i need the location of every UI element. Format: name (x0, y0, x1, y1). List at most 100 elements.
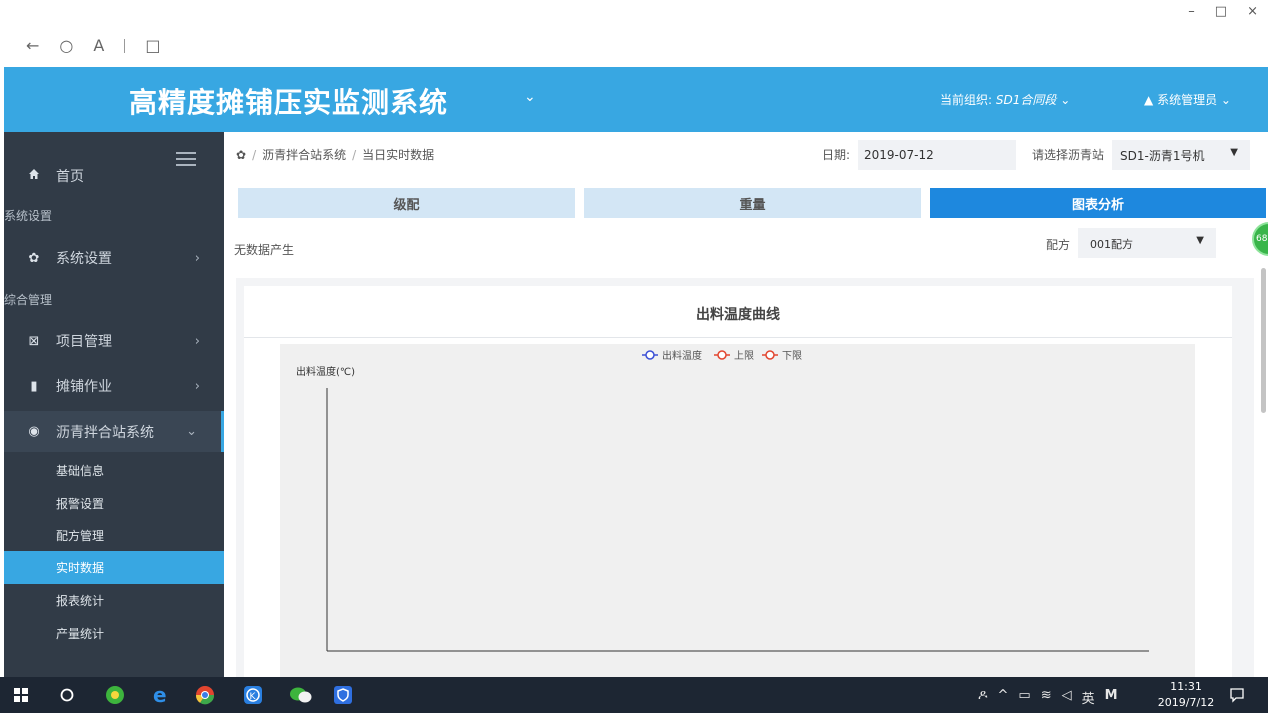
sidebar-item-label: 系统设置 (56, 251, 112, 267)
sidebar-subitem[interactable]: 基础信息 (4, 454, 224, 487)
window-controls: – □ × (1188, 4, 1258, 19)
date-input[interactable] (858, 140, 1016, 170)
sidebar-item-label: 摊铺作业 (56, 379, 112, 395)
tab-gradation[interactable]: 级配 (238, 188, 575, 218)
sidebar-subitem[interactable]: 报警设置 (4, 487, 224, 520)
sidebar: 首页 系统设置 ✿ 系统设置 › 综合管理 ⊠ 项目管理 › ▮ 摊铺作业 › … (4, 132, 224, 677)
chevron-up-icon[interactable]: ^ (998, 688, 1009, 707)
temperature-chart: 出料温度 上限 下限 出料温度(℃) (296, 349, 1149, 652)
tab-weight[interactable]: 重量 (584, 188, 921, 218)
chevron-down-icon: ⌄ (1220, 93, 1231, 107)
wechat-icon[interactable] (286, 684, 316, 706)
nav-divider (124, 38, 126, 53)
clock-time: 11:31 (1170, 680, 1202, 693)
legend-label: 下限 (782, 350, 802, 362)
sidebar-item-asphalt[interactable]: ◉ 沥青拌合站系统 ⌄ (4, 411, 224, 452)
breadcrumb-item[interactable]: 沥青拌合站系统 (262, 146, 346, 163)
legend-label: 出料温度 (662, 349, 702, 362)
station-select[interactable]: SD1-沥青1号机 ▼ (1112, 140, 1250, 170)
project-icon: ⊠ (28, 333, 40, 349)
sidebar-subitem[interactable]: 报表统计 (4, 584, 224, 617)
battery-icon[interactable]: ▭ (1018, 688, 1030, 707)
app-header: 高精度摊铺压实监测系统 ⌄ 当前组织: SD1合同段 ⌄ ▲ 系统管理员 ⌄ (4, 67, 1268, 132)
caret-down-icon: ▼ (1230, 147, 1238, 158)
y-axis-label: 出料温度(℃) (296, 365, 355, 378)
chevron-right-icon: › (194, 250, 200, 266)
notification-icon[interactable] (1226, 684, 1248, 706)
sidebar-section-title: 综合管理 (4, 293, 53, 307)
restore-button[interactable]: □ (1215, 4, 1227, 19)
chevron-down-icon[interactable]: ⌄ (524, 89, 536, 105)
station-label: 请选择沥青站 (1032, 148, 1105, 162)
browser-360-icon[interactable] (104, 684, 126, 706)
security-shield-app-icon[interactable] (332, 684, 354, 706)
recipe-select[interactable]: 001配方 ▼ (1078, 228, 1216, 258)
chart-divider (244, 337, 1232, 338)
user-icon: ▲ (1144, 93, 1154, 107)
sidebar-subitem[interactable]: 配方管理 (4, 519, 224, 552)
date-label: 日期: (822, 148, 851, 162)
volume-icon[interactable]: ◁ (1062, 688, 1072, 707)
floating-badge[interactable]: 68 (1252, 222, 1268, 256)
sidebar-subitem-active[interactable]: 实时数据 (4, 551, 224, 584)
ime-indicator[interactable]: 英 (1082, 688, 1095, 707)
gear-icon: ✿ (28, 250, 40, 266)
legend-item[interactable]: 出料温度 (642, 349, 702, 362)
system-tray: ዶ ^ ▭ ≋ ◁ 英 M (978, 688, 1118, 707)
svg-text:e: e (153, 685, 167, 705)
no-data-message: 无数据产生 (234, 243, 295, 257)
sidebar-item-project[interactable]: ⊠ 项目管理 › (4, 321, 224, 361)
sidebar-item-paving[interactable]: ▮ 摊铺作业 › (4, 366, 224, 406)
gear-icon: ✿ (236, 147, 247, 162)
back-arrow-icon[interactable]: ← (26, 36, 39, 55)
tab-chart-analysis[interactable]: 图表分析 (930, 188, 1266, 218)
edge-browser-icon[interactable]: e (150, 684, 172, 706)
paving-icon: ▮ (30, 378, 38, 394)
breadcrumb: ✿ / 沥青拌合站系统 / 当日实时数据 (236, 146, 434, 163)
breadcrumb-separator: / (252, 147, 257, 162)
legend-marker (717, 350, 727, 360)
reader-mode-icon[interactable]: A (93, 36, 104, 55)
vertical-scrollbar[interactable] (1261, 268, 1266, 413)
chevron-right-icon: › (194, 378, 200, 394)
legend-marker (645, 350, 655, 360)
kuaiya-app-icon[interactable]: K (242, 684, 264, 706)
home-icon (24, 168, 44, 184)
sidebar-subitem[interactable]: 产量统计 (4, 617, 224, 650)
chrome-icon[interactable] (194, 684, 216, 706)
sidebar-section-title: 系统设置 (4, 209, 53, 223)
sidebar-item-settings[interactable]: ✿ 系统设置 › (4, 238, 224, 278)
wifi-icon[interactable]: ≋ (1041, 688, 1052, 707)
taskbar-clock[interactable]: 11:31 2019/7/12 (1156, 679, 1216, 711)
breadcrumb-item: 当日实时数据 (362, 148, 435, 162)
menu-toggle-icon[interactable] (176, 152, 196, 166)
sidebar-item-label: 沥青拌合站系统 (56, 424, 154, 441)
recipe-value: 001配方 (1090, 238, 1133, 251)
user-name: 系统管理员 (1157, 93, 1218, 107)
org-selector[interactable]: 当前组织: SD1合同段 ⌄ (940, 91, 1070, 108)
ime-mode-indicator[interactable]: M (1105, 688, 1118, 707)
windows-start-icon[interactable] (10, 684, 32, 706)
clock-date: 2019/7/12 (1157, 696, 1215, 709)
app-title: 高精度摊铺压实监测系统 (129, 86, 449, 119)
legend-item[interactable]: 下限 (762, 350, 802, 362)
chart-title: 出料温度曲线 (696, 307, 780, 323)
org-value: SD1合同段 (995, 93, 1057, 107)
chevron-down-icon: ⌄ (1060, 93, 1071, 107)
user-menu[interactable]: ▲ 系统管理员 ⌄ (1144, 91, 1231, 108)
org-label: 当前组织: (940, 93, 993, 107)
sidebar-item-label: 项目管理 (56, 334, 112, 350)
browser-nav: ← ○ A □ (26, 36, 160, 55)
tabs-icon[interactable]: □ (145, 36, 160, 55)
refresh-icon[interactable]: ○ (59, 36, 73, 55)
minimize-button[interactable]: – (1188, 4, 1195, 19)
close-button[interactable]: × (1247, 4, 1258, 19)
person-icon[interactable]: ዶ (978, 688, 988, 707)
search-circle-icon[interactable] (56, 684, 78, 706)
breadcrumb-separator: / (352, 147, 357, 162)
chevron-down-icon: ⌄ (186, 424, 197, 439)
legend-item[interactable]: 上限 (714, 350, 754, 362)
chevron-right-icon: › (194, 333, 200, 349)
station-value: SD1-沥青1号机 (1120, 149, 1205, 163)
globe-icon: ◉ (28, 424, 40, 439)
